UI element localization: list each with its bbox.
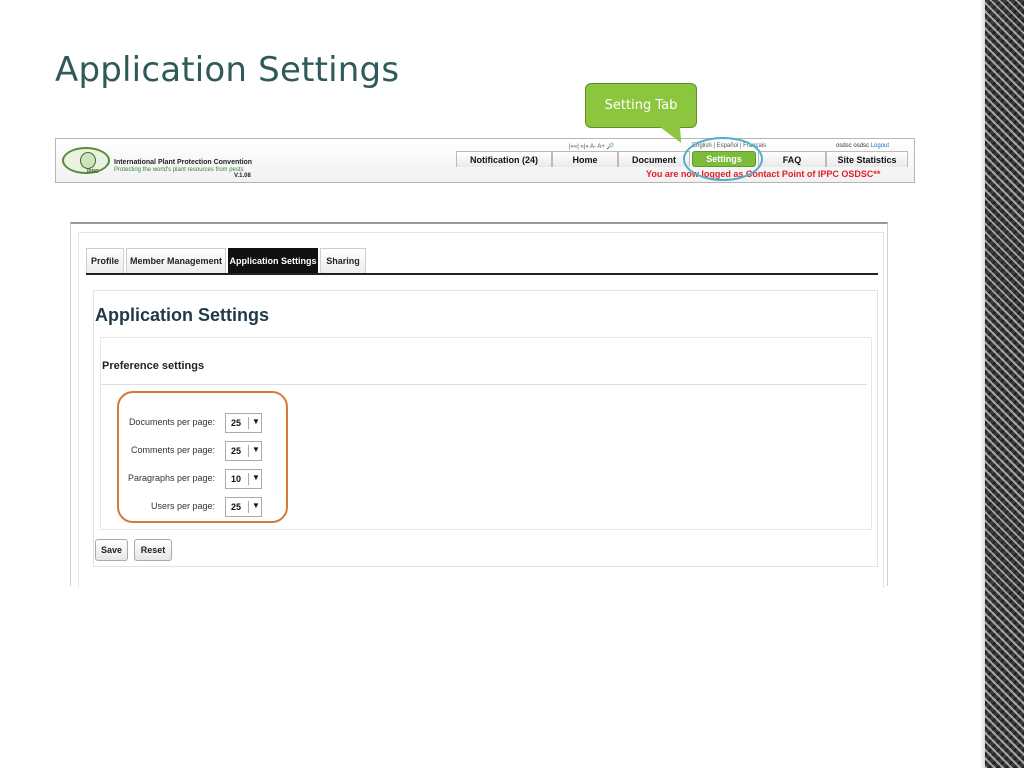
version-label: V.1.08 bbox=[234, 173, 251, 179]
username: osdsc osdsc bbox=[836, 143, 870, 149]
ippc-header-bar: IPPC International Plant Protection Conv… bbox=[55, 138, 915, 183]
decorative-pattern-strip bbox=[985, 0, 1024, 768]
font-size-controls[interactable]: |««| «|« A- A+ 🔎 bbox=[569, 143, 614, 150]
nav-home[interactable]: Home bbox=[552, 151, 618, 167]
settings-highlight-oval bbox=[683, 137, 763, 181]
tab-bar: Profile Member Management Application Se… bbox=[86, 248, 878, 275]
logout-link[interactable]: Logout bbox=[871, 143, 889, 149]
preference-highlight-box bbox=[117, 391, 288, 523]
ippc-logo[interactable]: IPPC bbox=[62, 147, 110, 175]
nav-document[interactable]: Document bbox=[618, 151, 690, 167]
slide: Application Settings IPPC International … bbox=[0, 0, 1024, 768]
nav-notification[interactable]: Notification (24) bbox=[456, 151, 552, 167]
user-menu: osdsc osdsc Logout bbox=[836, 143, 889, 149]
globe-icon bbox=[80, 152, 96, 169]
tab-application-settings[interactable]: Application Settings bbox=[228, 248, 318, 273]
nav-site-statistics[interactable]: Site Statistics bbox=[826, 151, 908, 167]
divider bbox=[101, 384, 867, 385]
section-heading: Preference settings bbox=[102, 360, 205, 372]
slide-title: Application Settings bbox=[55, 50, 400, 90]
reset-button[interactable]: Reset bbox=[134, 539, 172, 561]
setting-tab-callout: Setting Tab bbox=[585, 83, 697, 128]
tab-member-management[interactable]: Member Management bbox=[126, 248, 226, 273]
org-tagline: Protecting the world's plant resources f… bbox=[114, 167, 244, 173]
page-title: Application Settings bbox=[95, 305, 270, 325]
logo-text: IPPC bbox=[87, 169, 99, 175]
org-name: International Plant Protection Conventio… bbox=[114, 159, 253, 166]
nav-faq[interactable]: FAQ bbox=[758, 151, 826, 167]
tab-profile[interactable]: Profile bbox=[86, 248, 124, 273]
save-button[interactable]: Save bbox=[95, 539, 128, 561]
tab-sharing[interactable]: Sharing bbox=[320, 248, 366, 273]
login-status-message: You are now logged as Contact Point of I… bbox=[646, 169, 881, 179]
